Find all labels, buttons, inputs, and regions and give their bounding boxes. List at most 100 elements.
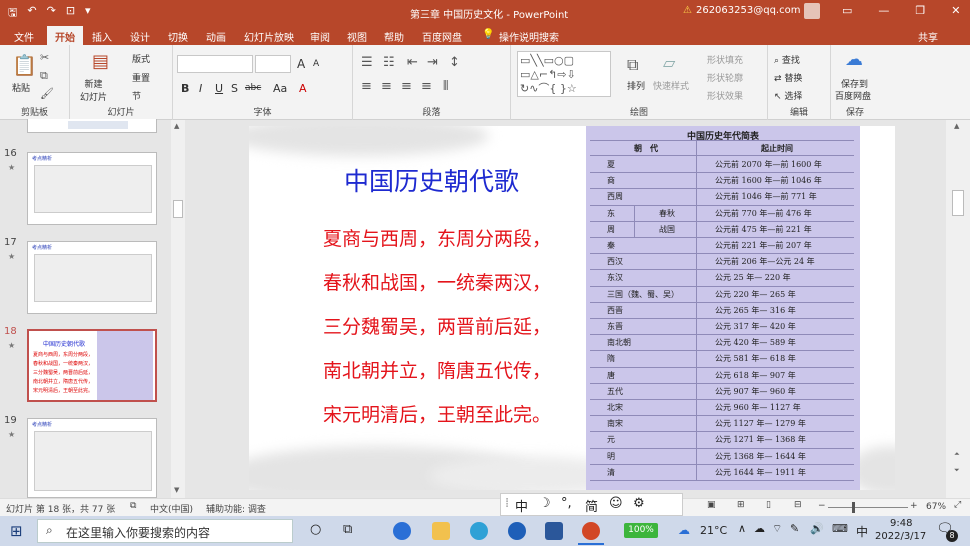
spellcheck-icon[interactable]: ⧉: [130, 501, 136, 511]
poem-line[interactable]: 夏商与西周，东周分两段，: [323, 224, 551, 251]
tab-slideshow[interactable]: 幻灯片放映: [244, 29, 294, 44]
replace-button[interactable]: ⇄ 替换: [774, 71, 802, 84]
cut-icon[interactable]: ✂: [40, 51, 49, 64]
poem-line[interactable]: 南北朝并立，隋唐五代传，: [323, 356, 551, 383]
ime-grip[interactable]: ⁞: [505, 496, 509, 511]
scroll-down-icon[interactable]: ▼: [174, 486, 179, 494]
tab-review[interactable]: 审阅: [310, 29, 330, 44]
format-painter-icon[interactable]: 🖌: [40, 87, 54, 100]
strikethrough-button[interactable]: S: [231, 82, 238, 95]
normal-view-icon[interactable]: ▣: [707, 500, 716, 510]
reset-button[interactable]: 重置: [132, 71, 150, 84]
settings-icon[interactable]: ⚙: [633, 496, 645, 511]
shapes-gallery[interactable]: ▭╲╲▭○▢ ▭△⌐↰⇨⇩ ↻∿⌒{ }☆: [517, 51, 611, 97]
scroll-up-icon[interactable]: ▲: [954, 122, 959, 130]
battery-indicator[interactable]: 100%: [624, 523, 658, 538]
file-explorer-icon[interactable]: [432, 522, 450, 540]
align-center-icon[interactable]: ≡: [381, 79, 392, 94]
slide-canvas[interactable]: 中国历史朝代歌 夏商与西周，东周分两段， 春秋和战国，一统秦两汉， 三分魏蜀吴，…: [249, 126, 895, 490]
thumbnail-slide-16[interactable]: 考点精析: [27, 152, 157, 225]
thumbnail-scrollbar[interactable]: ▲ ▼: [171, 120, 185, 498]
chronology-table[interactable]: 中国历史年代简表 朝 代 起止时间 夏公元前 2070 年—前 1600 年商公…: [586, 126, 860, 490]
justify-icon[interactable]: ≡: [421, 79, 432, 94]
redo-icon[interactable]: ↷: [47, 4, 56, 23]
grow-font-button[interactable]: A: [297, 57, 305, 71]
line-spacing-icon[interactable]: ↕: [449, 55, 460, 70]
volume-icon[interactable]: 🔊: [810, 522, 824, 535]
poem-line[interactable]: 宋元明清后，王朝至此完。: [323, 400, 551, 427]
tab-file[interactable]: 文件: [14, 29, 34, 44]
italic-button[interactable]: I: [199, 82, 202, 95]
scroll-thumb[interactable]: [173, 200, 183, 218]
prev-slide-icon[interactable]: ⏶: [954, 450, 960, 459]
font-name-field[interactable]: [177, 55, 253, 73]
chevron-up-icon[interactable]: ∧: [738, 522, 746, 535]
arrange-button[interactable]: 排列: [627, 79, 645, 92]
clock-time[interactable]: 9:48: [890, 518, 912, 529]
shape-fill-button[interactable]: 形状填充: [707, 53, 743, 66]
paste-button[interactable]: 粘贴: [12, 81, 30, 94]
tab-view[interactable]: 视图: [347, 29, 367, 44]
tell-me-search[interactable]: 操作说明搜索: [499, 29, 559, 44]
ime-simplified[interactable]: 简: [585, 496, 598, 515]
next-slide-icon[interactable]: ⏷: [954, 466, 960, 475]
slideshow-view-icon[interactable]: ⊟: [794, 500, 802, 510]
font-size-field[interactable]: [255, 55, 291, 73]
tab-animations[interactable]: 动画: [206, 29, 226, 44]
layout-button[interactable]: 版式: [132, 52, 150, 65]
language-indicator[interactable]: 中文(中国): [150, 502, 193, 515]
outdent-icon[interactable]: ⇥: [427, 55, 438, 70]
user-email[interactable]: 262063253@qq.com: [696, 5, 801, 16]
ribbon-display-icon[interactable]: ▭: [842, 4, 852, 17]
select-button[interactable]: ↖ 选择: [774, 89, 802, 102]
accessibility-status[interactable]: 辅助功能: 调查: [206, 502, 266, 515]
temperature[interactable]: 21°C: [700, 524, 727, 537]
maximize-icon[interactable]: ❐: [915, 4, 925, 17]
reading-view-icon[interactable]: ▯: [766, 500, 771, 510]
scroll-thumb[interactable]: [952, 190, 964, 216]
copy-icon[interactable]: ⧉: [40, 69, 48, 83]
zoom-in-button[interactable]: +: [910, 501, 918, 511]
shrink-font-button[interactable]: A: [313, 59, 319, 69]
undo-icon[interactable]: ↶: [27, 4, 36, 23]
cloud-icon[interactable]: ☁: [754, 522, 765, 535]
columns-icon[interactable]: ⫴: [443, 79, 448, 94]
zoom-slider[interactable]: [828, 507, 908, 508]
quick-styles-icon[interactable]: ▱: [663, 53, 675, 72]
share-button[interactable]: 共享: [918, 29, 938, 44]
sorter-view-icon[interactable]: ⊞: [737, 500, 745, 510]
bullets-icon[interactable]: ☰: [361, 55, 373, 70]
find-button[interactable]: ⌕ 查找: [774, 53, 800, 66]
close-icon[interactable]: ✕: [951, 4, 960, 17]
powerpoint-icon[interactable]: [582, 522, 600, 540]
thumbnail-slide-18[interactable]: 中国历史朝代歌 夏商与西周，东周分两段， 春秋和战国，一统秦两汉， 三分魏蜀吴，…: [27, 329, 157, 402]
change-case-button[interactable]: Aa: [273, 82, 287, 95]
cortana-icon[interactable]: ○: [310, 522, 321, 537]
minimize-icon[interactable]: —: [878, 4, 889, 17]
task-view-icon[interactable]: ⧉: [343, 522, 352, 537]
abc-button[interactable]: abc: [245, 83, 261, 93]
underline-button[interactable]: U: [215, 82, 223, 95]
thumbnail-slide-19[interactable]: 考点精析: [27, 418, 157, 498]
poem-line[interactable]: 春秋和战国，一统秦两汉，: [323, 268, 551, 295]
app-icon-browser[interactable]: [393, 522, 411, 540]
scroll-up-icon[interactable]: ▲: [174, 122, 179, 130]
ime-mode[interactable]: 中: [515, 496, 528, 515]
zoom-out-button[interactable]: −: [818, 501, 826, 511]
avatar[interactable]: [804, 3, 820, 19]
input-method-indicator[interactable]: 中: [856, 523, 868, 540]
bold-button[interactable]: B: [181, 82, 189, 95]
zoom-slider-thumb[interactable]: [852, 502, 856, 513]
windows-start-icon[interactable]: ⊞: [10, 522, 23, 540]
tab-transitions[interactable]: 切换: [168, 29, 188, 44]
slide-scrollbar[interactable]: ▲ ⏶ ⏷: [946, 120, 970, 498]
emoji-icon[interactable]: ☺: [609, 496, 623, 511]
moon-icon[interactable]: ☽: [539, 496, 551, 511]
tab-baidu[interactable]: 百度网盘: [422, 29, 462, 44]
edge-icon[interactable]: [470, 522, 488, 540]
align-right-icon[interactable]: ≡: [401, 79, 412, 94]
section-button[interactable]: 节: [132, 89, 141, 102]
slide-title[interactable]: 中国历史朝代歌: [344, 162, 519, 198]
wifi-icon[interactable]: ⌔: [772, 522, 782, 536]
ime-punct[interactable]: °,: [561, 496, 572, 511]
